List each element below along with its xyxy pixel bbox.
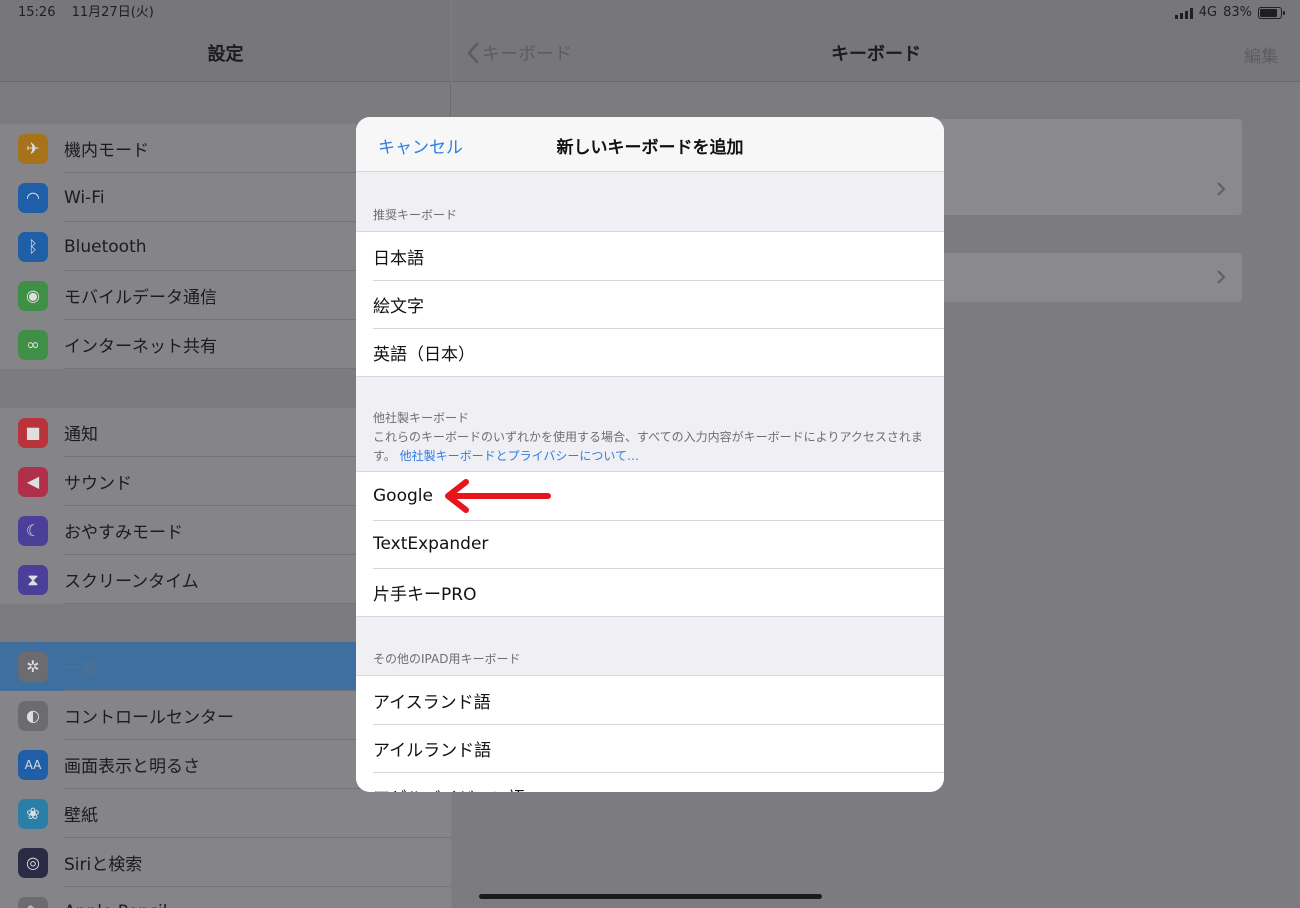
toggles-icon: ◐ [18,700,48,731]
third-party-header: 他社製キーボード これらのキーボードのいずれかを使用する場合、すべての入力内容が… [373,409,928,466]
other-keyboard-row[interactable]: アゼルバイジャン語 [356,772,944,792]
airplane-icon: ✈ [18,133,48,164]
status-bar-right: 4G 83% [1174,0,1285,26]
sidebar-item-label: コントロールセンター [64,708,234,728]
recommended-keyboard-row[interactable]: 絵文字 [356,280,944,328]
notification-icon: ■ [18,417,48,448]
recommended-keyboard-list: 日本語絵文字英語（日本） [356,231,944,377]
sidebar-item-label: おやすみモード [64,523,183,543]
sidebar-title: 設定 [207,44,244,65]
sidebar-item-label: 一般 [64,659,98,679]
antenna-icon: ◉ [18,280,48,311]
sidebar-item-label: サウンド [64,474,132,494]
gear-icon: ✲ [18,651,48,682]
sidebar-item-label: 機内モード [64,141,149,161]
recommended-header: 推奨キーボード [373,208,458,222]
sidebar-item-label: インターネット共有 [64,337,217,357]
third-party-keyboard-label: TextExpander [373,534,489,554]
third-party-keyboard-row[interactable]: TextExpander [356,520,944,568]
other-keyboard-label: アイルランド語 [373,740,492,761]
battery-percent: 83% [1223,5,1252,20]
detail-title: キーボード [831,44,921,65]
third-party-keyboard-row[interactable]: 片手キーPRO [356,568,944,616]
red-arrow-annotation [445,479,551,513]
sidebar-item-label: 画面表示と明るさ [64,757,200,777]
bluetooth-icon: ᛒ [18,231,48,262]
sound-icon: ◀ [18,466,48,497]
edit-button[interactable]: 編集 [1244,42,1278,67]
network-type: 4G [1198,5,1218,20]
recommended-keyboard-row[interactable]: 日本語 [356,232,944,280]
status-bar-left: 15:26 11月27日(火) [18,0,166,26]
cellular-signal-icon [1174,7,1193,19]
privacy-link[interactable]: 他社製キーボードとプライバシーについて… [400,449,639,463]
battery-icon [1258,7,1285,19]
text-size-icon: AA [18,749,48,780]
sidebar-item-label: Siriと検索 [64,855,143,875]
add-keyboard-sheet: キャンセル 新しいキーボードを追加 推奨キーボード 日本語絵文字英語（日本） 他… [356,117,944,792]
chevron-right-icon [1217,182,1226,196]
recommended-keyboard-row[interactable]: 英語（日本） [356,328,944,376]
other-keyboard-row[interactable]: アイスランド語 [356,676,944,724]
other-keyboards-header: その他のIPAD用キーボード [373,652,521,666]
hourglass-icon: ⧗ [18,564,48,595]
sidebar-item-label: スクリーンタイム [64,572,199,592]
recommended-keyboard-label: 絵文字 [373,296,424,317]
other-keyboard-list: アイスランド語アイルランド語アゼルバイジャン語 [356,675,944,792]
recommended-keyboard-label: 英語（日本） [373,344,475,365]
sidebar-item-label: Bluetooth [64,236,147,257]
sidebar-item-label: 壁紙 [64,806,98,826]
status-date: 11月27日(火) [71,5,154,20]
siri-icon: ◎ [18,847,48,878]
wifi-icon: ◠ [18,182,48,213]
link-icon: ∞ [18,329,48,360]
sheet-header: キャンセル 新しいキーボードを追加 [356,117,944,172]
sheet-title: 新しいキーボードを追加 [556,138,744,158]
chevron-right-icon [1217,270,1226,284]
pencil-icon: ✎ [18,896,48,908]
third-party-keyboard-label: 片手キーPRO [373,584,477,605]
third-party-description: これらのキーボードのいずれかを使用する場合、すべての入力内容がキーボードによりア… [373,428,928,466]
third-party-keyboard-label: Google [373,486,433,506]
sidebar-item[interactable]: ❀ 壁紙 [0,789,451,838]
sidebar-item-label: Wi-Fi [64,187,105,208]
status-time: 15:26 [18,5,56,20]
home-indicator [479,894,822,899]
sidebar-item[interactable]: ✎ Apple Pencil [0,887,451,908]
sidebar-item[interactable]: ◎ Siriと検索 [0,838,451,887]
other-keyboard-label: アゼルバイジャン語 [373,784,525,793]
moon-icon: ☾ [18,515,48,546]
detail-navbar: キーボード キーボード 編集 [452,0,1300,82]
other-keyboard-row[interactable]: アイルランド語 [356,724,944,772]
sidebar-item-label: モバイルデータ通信 [64,288,217,308]
flower-icon: ❀ [18,798,48,829]
other-keyboard-label: アイスランド語 [373,692,491,713]
recommended-keyboard-label: 日本語 [373,248,424,269]
sidebar-item-label: Apple Pencil [64,902,167,908]
sidebar-item-label: 通知 [64,425,98,445]
third-party-title: 他社製キーボード [373,411,470,425]
